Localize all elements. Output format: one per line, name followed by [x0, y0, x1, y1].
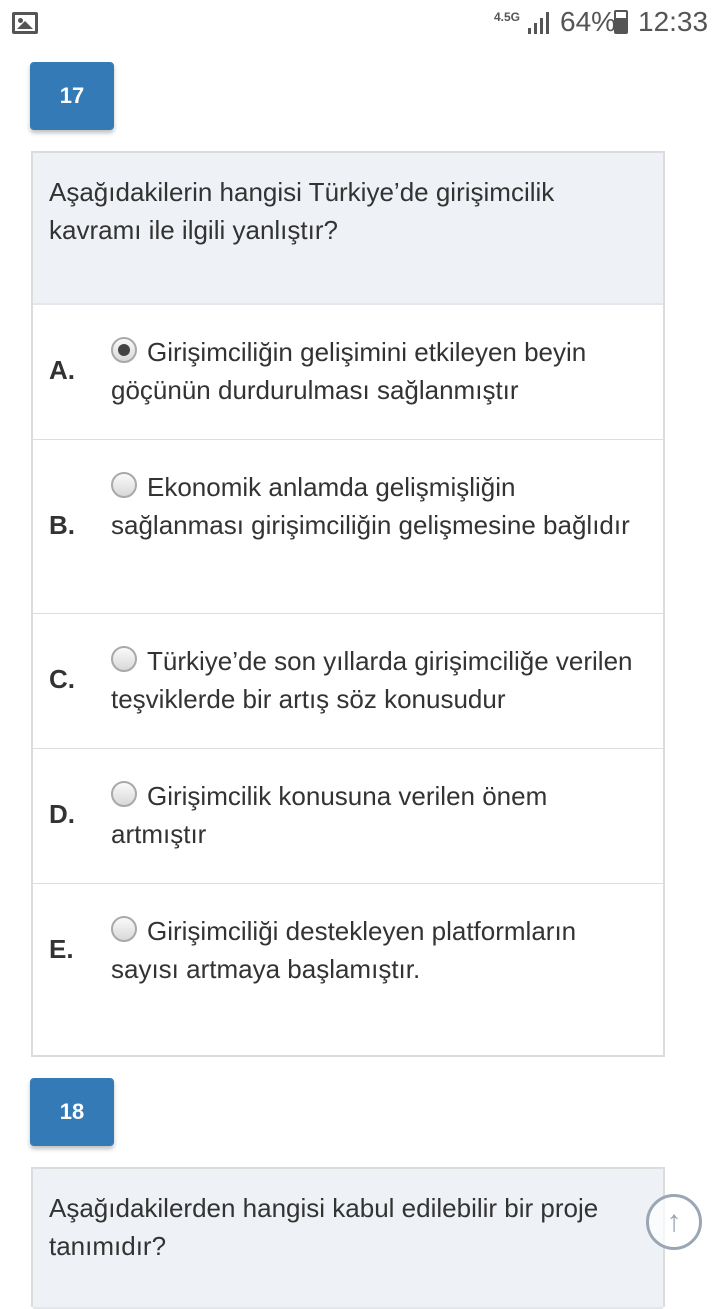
question-text: Aşağıdakilerin hangisi Türkiye’de girişi…	[33, 153, 663, 305]
option-a[interactable]: A. Girişimciliğin gelişimini etkileyen b…	[33, 305, 663, 440]
question-number-badge: 18	[30, 1078, 114, 1146]
gallery-icon	[12, 12, 38, 34]
radio-icon[interactable]	[111, 646, 137, 672]
radio-icon[interactable]	[111, 781, 137, 807]
option-letter: A.	[49, 355, 75, 385]
question-text: Aşağıdakilerden hangisi kabul edilebilir…	[33, 1169, 663, 1309]
battery-icon	[614, 10, 628, 34]
option-text: Girişimciliğin gelişimini etkileyen beyi…	[111, 337, 587, 405]
battery-percent: 64%	[560, 6, 617, 37]
option-letter: D.	[49, 799, 75, 829]
option-letter: E.	[49, 934, 74, 964]
radio-icon[interactable]	[111, 916, 137, 942]
option-b[interactable]: B. Ekonomik anlamda gelişmişliğin sağlan…	[33, 440, 663, 614]
status-bar: 4.5G 64% 12:33	[0, 0, 720, 48]
option-c[interactable]: C. Türkiye’de son yıllarda girişimciliğe…	[33, 614, 663, 749]
option-text: Ekonomik anlamda gelişmişliğin sağlanmas…	[111, 472, 630, 540]
clock: 12:33	[638, 6, 709, 37]
option-d[interactable]: D. Girişimcilik konusuna verilen önem ar…	[33, 749, 663, 884]
option-text: Girişimciliği destekleyen platformların …	[111, 916, 577, 984]
question-panel: Aşağıdakilerden hangisi kabul edilebilir…	[31, 1167, 665, 1309]
question-panel: Aşağıdakilerin hangisi Türkiye’de girişi…	[31, 151, 665, 1057]
scroll-to-top-button[interactable]: ↑	[646, 1194, 702, 1250]
option-letter: C.	[49, 664, 75, 694]
option-text: Girişimcilik konusuna verilen önem artmı…	[111, 781, 548, 849]
signal-icon	[528, 12, 552, 34]
radio-selected-icon[interactable]	[111, 337, 137, 363]
arrow-up-icon: ↑	[666, 1205, 682, 1238]
option-letter: B.	[49, 510, 75, 540]
question-number-badge: 17	[30, 62, 114, 130]
option-text: Türkiye’de son yıllarda girişimciliğe ve…	[111, 646, 633, 714]
radio-icon[interactable]	[111, 472, 137, 498]
option-e[interactable]: E. Girişimciliği destekleyen platformlar…	[33, 884, 663, 1055]
network-type: 4.5G	[494, 10, 521, 24]
